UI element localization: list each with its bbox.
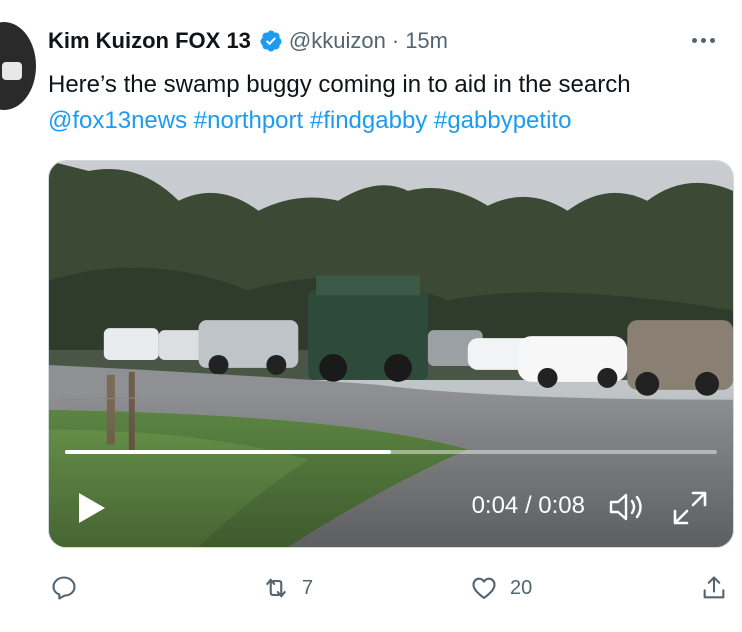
like-button[interactable]: 20 bbox=[470, 574, 532, 602]
more-icon[interactable] bbox=[692, 30, 722, 50]
verified-badge-icon bbox=[260, 30, 282, 52]
hashtag-link[interactable]: #northport bbox=[194, 107, 303, 134]
tweet-timestamp[interactable]: 15m bbox=[405, 28, 448, 54]
tweet-text: Here’s the swamp buggy coming in to aid … bbox=[48, 71, 631, 98]
like-count: 20 bbox=[510, 576, 533, 599]
retweet-icon bbox=[266, 578, 286, 598]
fullscreen-icon[interactable] bbox=[671, 489, 709, 527]
tweet-actions: 7 20 bbox=[0, 566, 742, 616]
mention-link[interactable]: @fox13news bbox=[48, 107, 187, 134]
separator-dot: · bbox=[391, 28, 400, 53]
hashtag-link[interactable]: #gabbypetito bbox=[434, 107, 571, 134]
tweet-hashtags: @fox13news #northport #findgabby #gabbyp… bbox=[48, 104, 571, 138]
volume-icon[interactable] bbox=[607, 489, 647, 525]
hashtag-link[interactable]: #findgabby bbox=[310, 107, 427, 134]
tweet-header: Kim Kuizon FOX 13 @kkuizon · 15m bbox=[48, 28, 448, 54]
avatar[interactable] bbox=[0, 22, 36, 110]
play-icon[interactable] bbox=[77, 491, 107, 525]
retweet-button[interactable]: 7 bbox=[262, 574, 313, 602]
author-name[interactable]: Kim Kuizon FOX 13 bbox=[48, 28, 251, 54]
retweet-count: 7 bbox=[302, 576, 314, 599]
reply-button[interactable] bbox=[50, 574, 90, 602]
reply-icon bbox=[52, 576, 76, 600]
video-player[interactable]: 0:04 / 0:08 bbox=[48, 160, 734, 548]
share-icon bbox=[703, 576, 725, 599]
share-button[interactable] bbox=[700, 574, 728, 602]
author-handle[interactable]: @kkuizon bbox=[289, 28, 386, 54]
video-timecode: 0:04 / 0:08 bbox=[471, 492, 585, 519]
video-progress-bar[interactable] bbox=[65, 450, 717, 454]
video-progress-fill bbox=[65, 450, 391, 454]
like-icon bbox=[472, 577, 496, 599]
